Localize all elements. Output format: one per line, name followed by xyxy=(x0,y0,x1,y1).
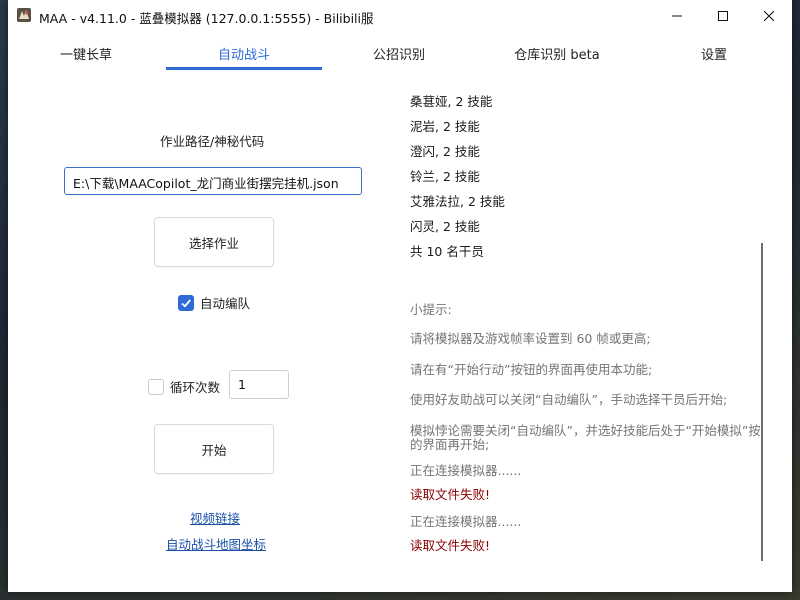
loop-count-input[interactable]: 1 xyxy=(229,370,289,399)
checkmark-icon xyxy=(181,298,191,307)
log-line: 正在连接模拟器...... xyxy=(410,514,522,529)
map-coordinates-link[interactable]: 自动战斗地图坐标 xyxy=(166,534,266,553)
app-logo-icon xyxy=(17,8,31,22)
log-line: 桑葚娅, 2 技能 xyxy=(410,95,493,109)
window-title: MAA - v4.11.0 - 蓝叠模拟器 (127.0.0.1:5555) -… xyxy=(39,11,374,26)
log-line: 铃兰, 2 技能 xyxy=(410,169,480,184)
log-line: 读取文件失败! xyxy=(410,538,491,553)
close-icon xyxy=(764,11,774,21)
path-label: 作业路径/神秘代码 xyxy=(160,134,265,149)
log-line: 读取文件失败! xyxy=(410,487,491,502)
log-line: 正在连接模拟器...... xyxy=(410,463,522,478)
maximize-icon xyxy=(718,11,728,21)
minimize-button[interactable] xyxy=(654,0,700,32)
log-line: 小提示: xyxy=(410,302,452,317)
app-window: MAA - v4.11.0 - 蓝叠模拟器 (127.0.0.1:5555) -… xyxy=(8,0,792,592)
minimize-icon xyxy=(672,15,682,17)
title-bar[interactable]: MAA - v4.11.0 - 蓝叠模拟器 (127.0.0.1:5555) -… xyxy=(8,0,792,32)
copilot-path-input[interactable]: E:\下载\MAACopilot_龙门商业街摆完挂机.json xyxy=(64,167,362,195)
tab-depot[interactable]: 仓库识别 beta xyxy=(479,40,635,70)
log-line: 的界面再开始; xyxy=(410,437,490,452)
loop-row[interactable]: 循环次数 xyxy=(148,377,220,396)
auto-formation-label: 自动编队 xyxy=(200,296,251,311)
tab-settings[interactable]: 设置 xyxy=(636,40,792,70)
log-line: 共 10 名干员 xyxy=(410,244,484,259)
log-line: 使用好友助战可以关闭“自动编队”，手动选择干员后开始; xyxy=(410,392,728,407)
log-line: 闪灵, 2 技能 xyxy=(410,219,480,234)
start-button[interactable]: 开始 xyxy=(154,424,274,474)
maximize-button[interactable] xyxy=(700,0,746,32)
log-line: 澄闪, 2 技能 xyxy=(410,144,480,159)
log-scrollbar[interactable] xyxy=(761,243,763,561)
tab-recruit[interactable]: 公招识别 xyxy=(321,40,477,70)
video-link[interactable]: 视频链接 xyxy=(190,508,240,527)
loop-checkbox[interactable] xyxy=(148,378,164,395)
auto-formation-row[interactable]: 自动编队 xyxy=(178,293,250,312)
log-line: 泥岩, 2 技能 xyxy=(410,119,480,134)
tab-farming[interactable]: 一键长草 xyxy=(8,40,164,70)
log-line: 请在有“开始行动”按钮的界面再使用本功能; xyxy=(410,362,653,377)
log-line: 请将模拟器及游戏帧率设置到 60 帧或更高; xyxy=(410,331,651,346)
main-tabs: 一键长草 自动战斗 公招识别 仓库识别 beta 设置 xyxy=(8,40,792,72)
select-job-button[interactable]: 选择作业 xyxy=(154,217,274,267)
tab-auto-battle[interactable]: 自动战斗 xyxy=(166,40,322,70)
log-panel: 桑葚娅, 2 技能 泥岩, 2 技能 澄闪, 2 技能 铃兰, 2 技能艾雅法拉, 2… xyxy=(410,95,760,565)
log-line: 艾雅法拉, 2 技能 xyxy=(410,194,505,209)
close-button[interactable] xyxy=(746,0,792,32)
loop-label: 循环次数 xyxy=(170,380,221,395)
auto-formation-checkbox[interactable] xyxy=(178,294,194,311)
